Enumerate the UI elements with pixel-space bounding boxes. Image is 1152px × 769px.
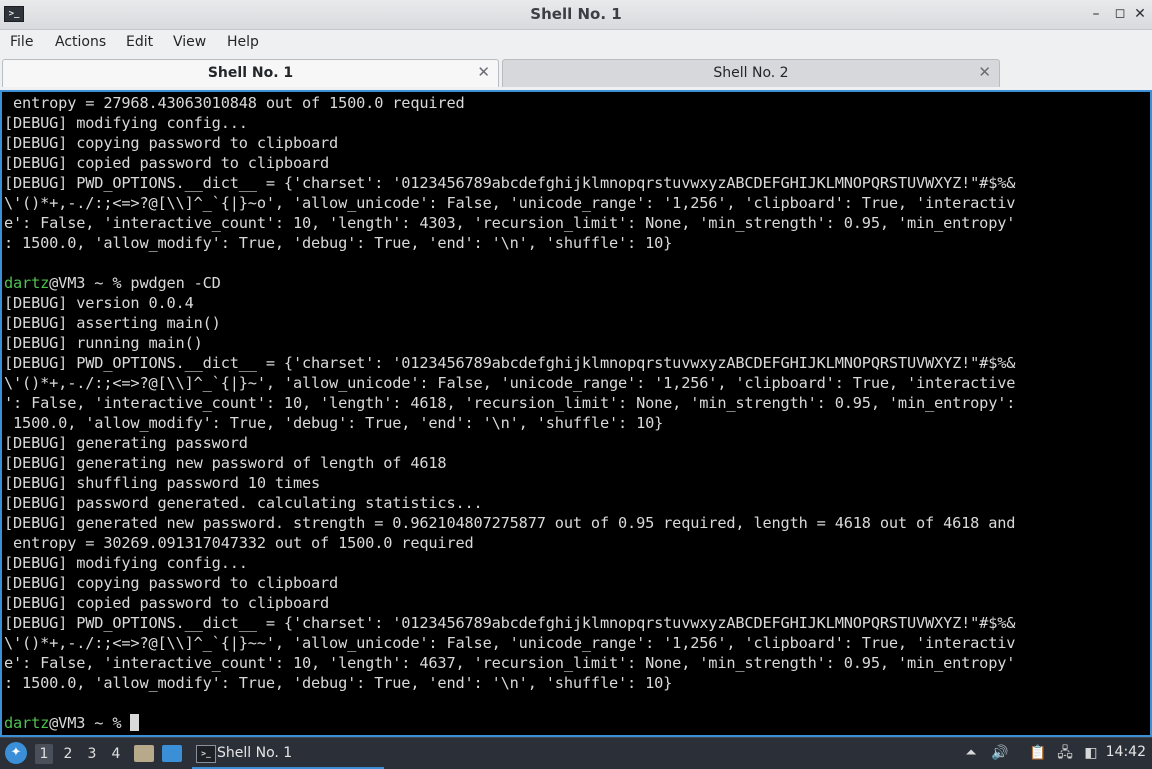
- task-label: Shell No. 1: [217, 745, 293, 761]
- clipboard-icon[interactable]: 📋: [1029, 744, 1047, 762]
- menu-actions[interactable]: Actions: [55, 34, 106, 50]
- tray-expand-icon[interactable]: ⏶: [962, 744, 980, 762]
- notification-icon[interactable]: ◧: [1082, 744, 1100, 762]
- desktop-3-button[interactable]: 3: [83, 744, 101, 764]
- output-block-1: entropy = 27968.43063010848 out of 1500.…: [4, 94, 1016, 252]
- terminal-task-icon: >_: [196, 745, 216, 763]
- file-manager-icon[interactable]: [134, 745, 154, 762]
- tab-close-icon[interactable]: ✕: [477, 63, 490, 81]
- close-button[interactable]: ✕: [1130, 4, 1150, 24]
- tab-shell-1[interactable]: Shell No. 1 ✕: [2, 59, 499, 87]
- show-desktop-icon[interactable]: [162, 745, 182, 762]
- volume-icon[interactable]: 🔊: [991, 744, 1009, 762]
- prompt-user: dartz: [4, 714, 50, 732]
- menu-bar: File Actions Edit View Help: [0, 30, 1152, 56]
- tab-label: Shell No. 2: [713, 65, 789, 81]
- tab-label: Shell No. 1: [207, 65, 294, 81]
- prompt-host: @VM3 ~ %: [49, 714, 131, 732]
- clock[interactable]: 14:42: [1106, 744, 1146, 760]
- maximize-button[interactable]: ◻: [1110, 4, 1130, 24]
- command-text: pwdgen -CD: [130, 274, 221, 292]
- menu-edit[interactable]: Edit: [126, 34, 153, 50]
- desktop-1-button[interactable]: 1: [35, 744, 53, 764]
- menu-view[interactable]: View: [173, 34, 206, 50]
- prompt-host: @VM3 ~ %: [49, 274, 131, 292]
- text-cursor: [130, 714, 140, 731]
- tab-shell-2[interactable]: Shell No. 2 ✕: [502, 59, 1000, 87]
- desktop-2-button[interactable]: 2: [59, 744, 77, 764]
- window-title: Shell No. 1: [530, 5, 622, 23]
- minimize-button[interactable]: –: [1086, 4, 1106, 24]
- prompt-user: dartz: [4, 274, 50, 292]
- menu-help[interactable]: Help: [227, 34, 259, 50]
- start-menu-button[interactable]: ✦: [5, 742, 27, 764]
- title-bar[interactable]: >_ Shell No. 1 – ◻ ✕: [0, 0, 1152, 30]
- desktop-4-button[interactable]: 4: [107, 744, 125, 764]
- tab-bar: Shell No. 1 ✕ Shell No. 2 ✕: [0, 57, 1152, 89]
- terminal-output: entropy = 27968.43063010848 out of 1500.…: [4, 93, 1015, 733]
- taskbar: ✦ 1 2 3 4 >_ Shell No. 1 ⏶ 🔊 📋 🖧 ◧ 14:42: [0, 737, 1152, 769]
- taskbar-task-shell[interactable]: >_ Shell No. 1: [192, 741, 384, 769]
- terminal-window: >_ Shell No. 1 – ◻ ✕ File Actions Edit V…: [0, 0, 1152, 737]
- output-block-2: [DEBUG] version 0.0.4 [DEBUG] asserting …: [4, 294, 1016, 692]
- network-icon[interactable]: 🖧: [1056, 744, 1074, 762]
- menu-file[interactable]: File: [10, 34, 33, 50]
- tab-close-icon[interactable]: ✕: [978, 63, 991, 81]
- terminal-view[interactable]: entropy = 27968.43063010848 out of 1500.…: [0, 90, 1152, 737]
